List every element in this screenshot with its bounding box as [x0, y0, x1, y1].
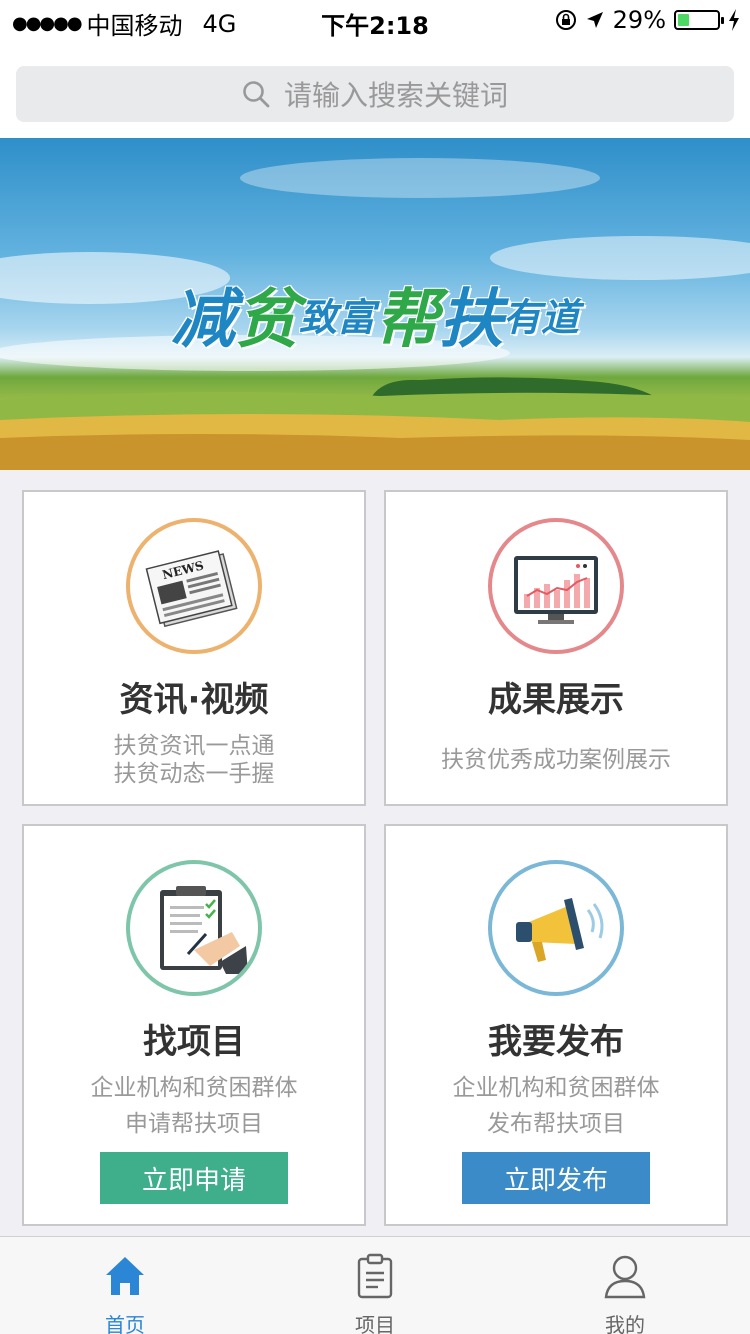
- card-desc-line: 扶贫资讯一点通: [113, 733, 275, 759]
- card-desc-line: 扶贫动态一手握: [113, 761, 275, 787]
- card-title: 资讯·视频: [119, 680, 269, 720]
- battery-tip: [721, 17, 724, 24]
- card-desc: 企业机构和贫困群体 发布帮扶项目: [386, 1070, 726, 1142]
- card-desc-line: 扶贫优秀成功案例展示: [441, 747, 671, 773]
- banner[interactable]: 减贫致富帮扶有道: [0, 138, 750, 470]
- slogan-part-2: 贫: [234, 283, 299, 357]
- card-publish[interactable]: 我要发布 企业机构和贫困群体 发布帮扶项目 立即发布: [384, 824, 728, 1226]
- card-desc: 扶贫资讯一点通 扶贫动态一手握: [24, 732, 364, 788]
- card-desc: 企业机构和贫困群体 申请帮扶项目: [24, 1070, 364, 1142]
- card-news-video[interactable]: NEWS 资讯·视频 扶贫资讯一点通 扶贫动态一手握: [22, 490, 366, 806]
- status-bar: ●●●●● 中国移动 4G 下午2:18 29%: [0, 0, 750, 40]
- search-icon: [243, 81, 270, 108]
- orientation-lock-icon: [555, 10, 576, 30]
- megaphone-icon: [516, 898, 604, 962]
- slogan-part-6: 有道: [503, 295, 580, 340]
- card-icon-ring: [488, 860, 624, 996]
- search-area: 请输入搜索关键词: [0, 40, 750, 138]
- location-arrow-icon: [586, 12, 603, 28]
- slogan-part-3: 致富: [298, 295, 375, 340]
- battery-fill: [678, 14, 689, 26]
- banner-slogan: 减贫致富帮扶有道: [0, 268, 750, 360]
- card-find-project[interactable]: 找项目 企业机构和贫困群体 申请帮扶项目 立即申请: [22, 824, 366, 1226]
- status-right: 29%: [555, 6, 740, 34]
- home-icon: [106, 1257, 144, 1295]
- card-desc-line: 发布帮扶项目: [487, 1111, 625, 1137]
- user-icon: [604, 1255, 646, 1299]
- clipboard-icon: [160, 886, 248, 974]
- charging-bolt-icon: [729, 9, 739, 31]
- card-title: 成果展示: [488, 680, 624, 720]
- search-input[interactable]: 请输入搜索关键词: [16, 66, 734, 122]
- newspaper-icon: NEWS: [145, 550, 238, 628]
- card-icon-ring: NEWS: [126, 518, 262, 654]
- apply-now-button[interactable]: 立即申请: [100, 1152, 288, 1204]
- card-desc-line: 申请帮扶项目: [125, 1111, 263, 1137]
- document-icon: [357, 1253, 393, 1299]
- tab-bar: 首页 项目 我的: [0, 1236, 750, 1334]
- publish-now-button[interactable]: 立即发布: [462, 1152, 650, 1204]
- card-title: 我要发布: [488, 1022, 624, 1062]
- card-desc-line: 企业机构和贫困群体: [90, 1075, 298, 1101]
- chart-monitor-icon: [514, 556, 598, 624]
- card-title: 找项目: [143, 1022, 245, 1062]
- card-desc-line: 企业机构和贫困群体: [452, 1075, 660, 1101]
- battery-icon: [674, 10, 724, 30]
- tab-projects[interactable]: 项目: [250, 1237, 500, 1334]
- card-icon-ring: [126, 860, 262, 996]
- tab-label: 首页: [105, 1313, 145, 1334]
- slogan-part-1: 减: [170, 283, 235, 357]
- card-achievements[interactable]: 成果展示 扶贫优秀成功案例展示: [384, 490, 728, 806]
- card-icon-ring: [488, 518, 624, 654]
- card-desc: 扶贫优秀成功案例展示: [386, 746, 726, 774]
- search-placeholder: 请输入搜索关键词: [283, 79, 508, 112]
- tab-me[interactable]: 我的: [500, 1237, 750, 1334]
- battery-percent: 29%: [612, 6, 666, 34]
- tab-label: 项目: [355, 1313, 395, 1334]
- tab-label: 我的: [605, 1313, 645, 1334]
- slogan-part-5: 扶: [439, 283, 503, 357]
- tab-home[interactable]: 首页: [0, 1237, 250, 1334]
- slogan-part-4: 帮: [375, 283, 439, 357]
